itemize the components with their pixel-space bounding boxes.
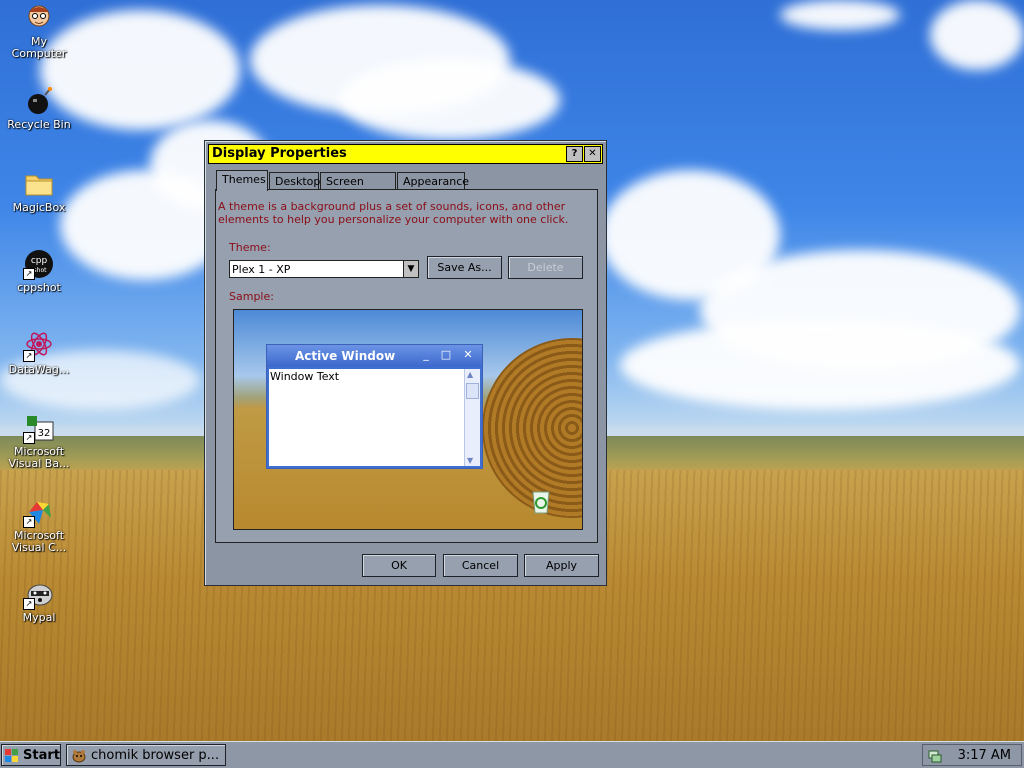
sample-window-text: Window Text [270,370,340,383]
windows-logo-icon [5,749,19,763]
start-button[interactable]: Start [1,744,61,766]
tab-themes[interactable]: Themes [216,170,268,191]
visual-c-icon: ↗ [23,496,55,528]
theme-description: A theme is a background plus a set of so… [218,200,569,226]
scroll-thumb [466,383,479,399]
tab-screen-saver[interactable]: Screen Saver [320,172,396,205]
desktop-icon-visual-c[interactable]: ↗ Microsoft Visual C... [1,496,77,554]
folder-icon [23,168,55,200]
svg-text:32: 32 [38,428,51,439]
recycle-bin-icon [23,85,55,117]
scroll-up-icon: ▲ [467,370,474,379]
sample-label: Sample: [229,290,274,303]
sample-scrollbar: ▲ ▼ [464,369,480,466]
tab-desktop[interactable]: Desktop [269,172,320,190]
taskbar-button-chomik[interactable]: chomik browser p... [66,744,226,766]
clock[interactable]: 3:17 AM [958,748,1011,763]
apply-button[interactable]: Apply [524,554,599,577]
svg-text:cpp: cpp [31,256,48,266]
delete-button[interactable]: Delete [508,256,583,279]
desktop-icon-magicbox[interactable]: MagicBox [1,168,77,214]
taskbar: Start chomik browser p... 3:17 AM [0,741,1024,768]
cancel-button[interactable]: Cancel [443,554,518,577]
svg-text:shot: shot [34,267,48,274]
theme-select-value: Plex 1 - XP [232,263,291,276]
desktop-icon-label: Mypal [22,611,56,624]
hamster-icon [71,748,87,764]
network-icon[interactable] [927,748,943,764]
minimize-icon: _ [423,348,429,361]
desktop-icon-visual-basic[interactable]: 32 ↗ Microsoft Visual Ba... [1,412,77,470]
system-tray: 3:17 AM [922,744,1022,766]
desktop-icon-label: Recycle Bin [7,118,71,131]
theme-label: Theme: [229,241,271,254]
tab-appearance[interactable]: Appearance [397,172,469,190]
desktop-icon-label: Microsoft Visual C... [11,529,67,554]
display-properties-dialog: Display Properties ? ✕ Themes Desktop Sc… [204,140,607,586]
shortcut-arrow-icon: ↗ [23,268,35,280]
sample-window-title: Active Window [295,349,396,363]
visual-basic-icon: 32 ↗ [23,412,55,444]
save-as-button[interactable]: Save As... [427,256,502,279]
dialog-title: Display Properties [212,146,347,161]
desktop-icon-mypal[interactable]: ↗ Mypal [1,578,77,624]
taskbar-button-label: chomik browser p... [91,748,220,763]
desktop-icon-label: My Computer [11,35,67,60]
shortcut-arrow-icon: ↗ [23,598,35,610]
cppshot-icon: cpp shot ↗ [23,248,55,280]
close-button[interactable]: ✕ [584,146,601,162]
maximize-icon: □ [440,348,452,361]
mypal-icon: ↗ [23,578,55,610]
scroll-down-icon: ▼ [467,456,474,465]
sample-preview: Active Window _ □ ✕ Window Text ▲ ▼ [233,309,583,530]
theme-select[interactable]: Plex 1 - XP ▼ [229,260,419,278]
sample-active-window: Active Window _ □ ✕ Window Text ▲ ▼ [266,344,483,469]
sample-window-body: Window Text ▲ ▼ [269,369,480,466]
desktop-icon-datawag[interactable]: ↗ DataWag... [1,330,77,376]
desktop-icon-label: DataWag... [8,363,70,376]
desktop-icon-recycle-bin[interactable]: Recycle Bin [1,85,77,131]
shortcut-arrow-icon: ↗ [23,516,35,528]
desktop-icon-label: Microsoft Visual Ba... [8,445,70,470]
help-button[interactable]: ? [566,146,583,162]
shortcut-arrow-icon: ↗ [23,350,35,362]
shortcut-arrow-icon: ↗ [23,432,35,444]
recycle-bin-icon [530,488,552,514]
ok-button[interactable]: OK [362,554,436,577]
chevron-down-icon[interactable]: ▼ [403,261,418,277]
desktop-icon-label: cppshot [17,281,61,294]
my-computer-icon [23,2,55,34]
start-label: Start [23,748,60,763]
desktop-icon-cppshot[interactable]: cpp shot ↗ cppshot [1,248,77,294]
datawag-icon: ↗ [23,330,55,362]
title-bar[interactable]: Display Properties ? ✕ [208,144,603,164]
close-icon: ✕ [463,348,473,361]
desktop-icon-my-computer[interactable]: My Computer [1,2,77,60]
sample-window-titlebar: Active Window _ □ ✕ [267,345,482,367]
desktop-icon-label: MagicBox [12,201,66,214]
